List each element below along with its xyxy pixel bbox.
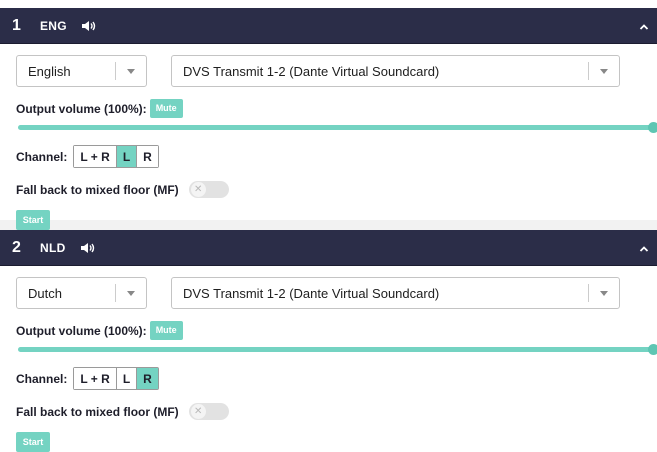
channel-selector: L + R L R bbox=[73, 145, 159, 168]
channel-row: Channel: L + R L R bbox=[16, 145, 159, 168]
device-select-value: DVS Transmit 1-2 (Dante Virtual Soundcar… bbox=[183, 63, 440, 79]
caret-down-icon[interactable] bbox=[116, 290, 146, 296]
channel-panel-1: 1 ENG English DVS Transmit 1-2 (Dante Vi… bbox=[0, 8, 657, 230]
channel-selector: L + R L R bbox=[73, 367, 159, 390]
language-select[interactable]: English bbox=[16, 55, 147, 87]
volume-slider-thumb[interactable] bbox=[648, 344, 657, 355]
speaker-icon[interactable] bbox=[81, 20, 97, 32]
start-button[interactable]: Start bbox=[16, 210, 50, 230]
mute-button[interactable]: Mute bbox=[149, 99, 183, 118]
panel-body: English DVS Transmit 1-2 (Dante Virtual … bbox=[0, 44, 657, 230]
x-icon: ✕ bbox=[190, 182, 206, 197]
top-spacer bbox=[0, 0, 657, 8]
panel-body: Dutch DVS Transmit 1-2 (Dante Virtual So… bbox=[0, 266, 657, 452]
panel-gap bbox=[0, 220, 657, 230]
channel-option-lr[interactable]: L + R bbox=[74, 368, 117, 389]
channel-row: Channel: L + R L R bbox=[16, 367, 159, 390]
fallback-toggle[interactable]: ✕ bbox=[188, 181, 229, 198]
start-button[interactable]: Start bbox=[16, 432, 50, 452]
language-select-value: Dutch bbox=[28, 285, 62, 301]
fallback-toggle[interactable]: ✕ bbox=[188, 403, 229, 420]
volume-slider-thumb[interactable] bbox=[648, 122, 657, 133]
panel-header[interactable]: 1 ENG bbox=[0, 8, 657, 44]
mute-button[interactable]: Mute bbox=[149, 321, 183, 340]
device-select-value: DVS Transmit 1-2 (Dante Virtual Soundcar… bbox=[183, 285, 440, 301]
fallback-label: Fall back to mixed floor (MF) bbox=[16, 182, 179, 197]
fallback-label: Fall back to mixed floor (MF) bbox=[16, 404, 179, 419]
channel-option-l[interactable]: L bbox=[116, 146, 138, 167]
output-volume-label: Output volume (100%): bbox=[16, 101, 147, 116]
channel-label: Channel: bbox=[16, 371, 68, 386]
fallback-row: Fall back to mixed floor (MF) ✕ bbox=[16, 181, 229, 198]
panel-language-code: ENG bbox=[40, 18, 67, 33]
output-volume-row: Output volume (100%): Mute bbox=[16, 321, 183, 340]
language-select-value: English bbox=[28, 63, 71, 79]
caret-down-icon[interactable] bbox=[589, 68, 619, 74]
panel-number: 1 bbox=[12, 16, 21, 34]
channel-option-l[interactable]: L bbox=[116, 368, 138, 389]
caret-down-icon[interactable] bbox=[116, 68, 146, 74]
speaker-icon[interactable] bbox=[80, 242, 96, 254]
chevron-up-icon[interactable] bbox=[639, 18, 649, 36]
panel-language-code: NLD bbox=[40, 240, 66, 255]
channel-option-lr[interactable]: L + R bbox=[74, 146, 117, 167]
panel-number: 2 bbox=[12, 238, 21, 256]
caret-down-icon[interactable] bbox=[589, 290, 619, 296]
device-select[interactable]: DVS Transmit 1-2 (Dante Virtual Soundcar… bbox=[171, 55, 620, 87]
output-volume-row: Output volume (100%): Mute bbox=[16, 99, 183, 118]
panel-header[interactable]: 2 NLD bbox=[0, 230, 657, 266]
volume-slider[interactable] bbox=[18, 344, 657, 355]
channel-option-r[interactable]: R bbox=[137, 368, 158, 389]
channel-panel-2: 2 NLD Dutch DVS Transmit 1-2 (Dante Virt… bbox=[0, 230, 657, 452]
app-root: 1 ENG English DVS Transmit 1-2 (Dante Vi… bbox=[0, 0, 657, 452]
fallback-row: Fall back to mixed floor (MF) ✕ bbox=[16, 403, 229, 420]
volume-slider[interactable] bbox=[18, 122, 657, 133]
output-volume-label: Output volume (100%): bbox=[16, 323, 147, 338]
language-select[interactable]: Dutch bbox=[16, 277, 147, 309]
channel-option-r[interactable]: R bbox=[137, 146, 158, 167]
x-icon: ✕ bbox=[190, 404, 206, 419]
device-select[interactable]: DVS Transmit 1-2 (Dante Virtual Soundcar… bbox=[171, 277, 620, 309]
chevron-up-icon[interactable] bbox=[639, 240, 649, 258]
channel-label: Channel: bbox=[16, 149, 68, 164]
